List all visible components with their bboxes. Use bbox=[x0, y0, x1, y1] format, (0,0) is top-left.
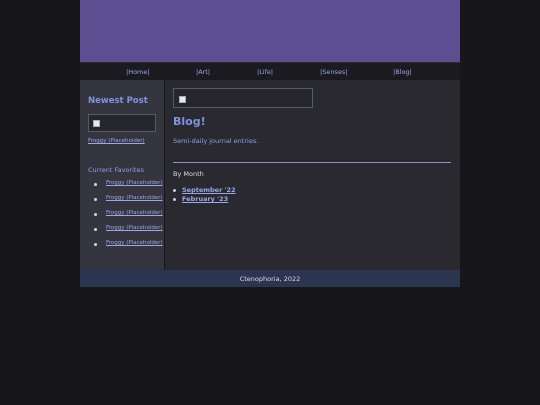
list-item: Froggy (Placeholder) bbox=[90, 225, 163, 240]
list-item: February '23 bbox=[173, 195, 236, 204]
list-item: Froggy (Placeholder) bbox=[90, 240, 163, 255]
nav-blog-link[interactable]: |Blog| bbox=[393, 68, 412, 76]
main-content: Blog! Semi-daily journal entries. By Mon… bbox=[165, 80, 460, 270]
top-nav: |Home| |Art| |Life| |Senses| |Blog| bbox=[80, 62, 460, 81]
nav-life-link[interactable]: |Life| bbox=[257, 68, 273, 76]
footer-text: Ctenophoria, 2022 bbox=[239, 275, 301, 283]
newest-post-image[interactable] bbox=[88, 114, 156, 132]
newest-post-link[interactable]: Froggy (Placeholder) bbox=[88, 138, 145, 144]
header-banner bbox=[80, 0, 460, 62]
footer: Ctenophoria, 2022 bbox=[80, 270, 460, 287]
blog-header-image bbox=[173, 88, 313, 108]
page-title: Blog! bbox=[173, 115, 206, 128]
divider bbox=[173, 162, 451, 163]
favorite-link[interactable]: Froggy (Placeholder) bbox=[106, 210, 163, 216]
broken-image-icon bbox=[179, 96, 186, 103]
list-item: Froggy (Placeholder) bbox=[90, 180, 163, 195]
sidebar: Newest Post Froggy (Placeholder) Current… bbox=[80, 80, 164, 270]
favorite-link[interactable]: Froggy (Placeholder) bbox=[106, 240, 163, 246]
favorite-link[interactable]: Froggy (Placeholder) bbox=[106, 195, 163, 201]
nav-home-link[interactable]: |Home| bbox=[126, 68, 150, 76]
favorite-link[interactable]: Froggy (Placeholder) bbox=[106, 225, 163, 231]
favorites-list: Froggy (Placeholder) Froggy (Placeholder… bbox=[90, 180, 163, 255]
favorite-link[interactable]: Froggy (Placeholder) bbox=[106, 180, 163, 186]
month-link[interactable]: February '23 bbox=[182, 195, 228, 203]
by-month-heading: By Month bbox=[173, 170, 204, 178]
favorites-heading: Current Favorites bbox=[88, 166, 144, 174]
broken-image-icon bbox=[93, 120, 100, 127]
page-subtitle: Semi-daily journal entries. bbox=[173, 137, 259, 145]
nav-art-link[interactable]: |Art| bbox=[196, 68, 210, 76]
list-item: September '22 bbox=[173, 186, 236, 195]
month-link[interactable]: September '22 bbox=[182, 186, 236, 194]
list-item: Froggy (Placeholder) bbox=[90, 195, 163, 210]
list-item: Froggy (Placeholder) bbox=[90, 210, 163, 225]
nav-senses-link[interactable]: |Senses| bbox=[320, 68, 347, 76]
newest-post-heading: Newest Post bbox=[88, 96, 148, 106]
month-list: September '22 February '23 bbox=[173, 186, 236, 204]
